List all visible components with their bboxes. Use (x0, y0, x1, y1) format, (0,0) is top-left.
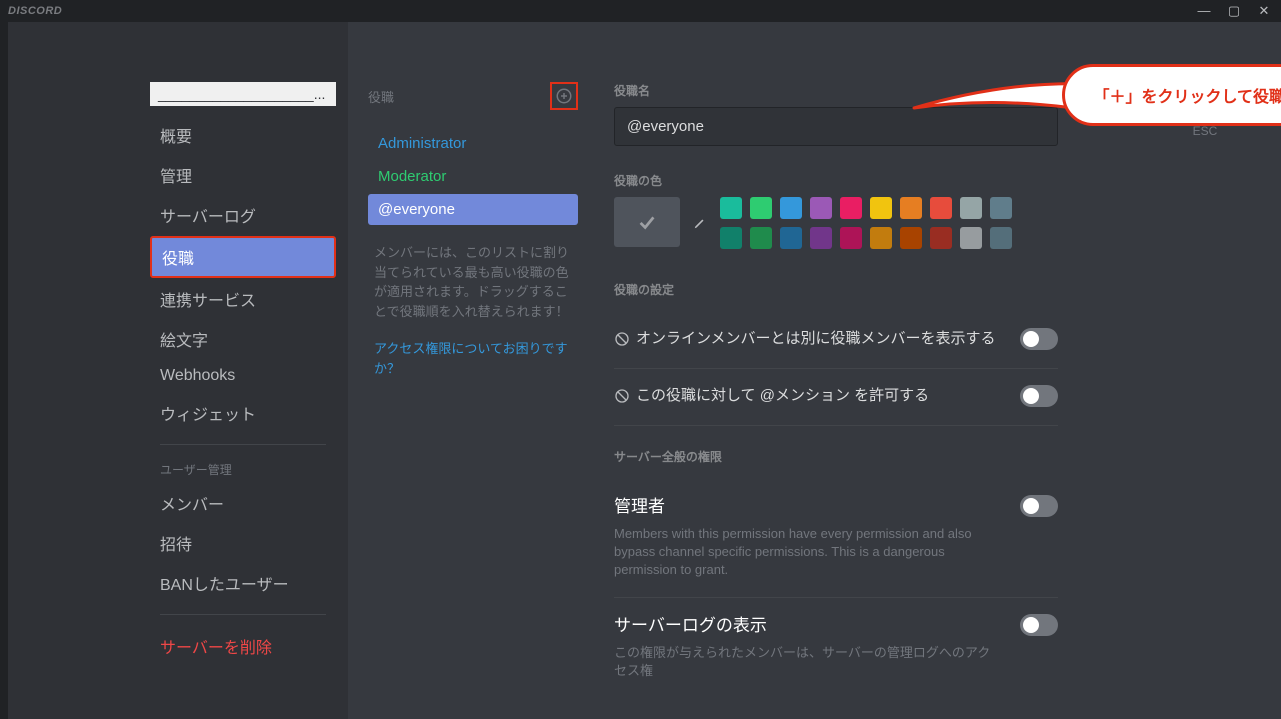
sidebar-heading-users: ユーザー管理 (150, 457, 336, 484)
color-swatch[interactable] (870, 197, 892, 219)
toggle-administrator[interactable] (1020, 495, 1058, 517)
color-swatch[interactable] (960, 197, 982, 219)
plus-icon (555, 87, 573, 105)
color-swatch[interactable] (840, 227, 862, 249)
prohibited-icon (614, 331, 630, 347)
sidebar-divider (160, 444, 326, 445)
color-swatch[interactable] (900, 227, 922, 249)
perm-log-title: サーバーログの表示 (614, 614, 1000, 638)
color-swatch[interactable] (930, 227, 952, 249)
sidebar-item-bans[interactable]: BANしたユーザー (150, 564, 336, 602)
role-settings-column: 役職名 役職の色 役職の設定 (578, 82, 1058, 719)
role-name-label: 役職名 (614, 82, 1058, 99)
general-perms-heading: サーバー全般の権限 (614, 448, 1058, 465)
pencil-icon (693, 216, 707, 230)
sidebar-divider-2 (160, 614, 326, 615)
color-grid (720, 197, 1012, 249)
color-swatch[interactable] (930, 197, 952, 219)
color-swatch[interactable] (720, 227, 742, 249)
role-color-section: 役職の色 (614, 172, 1058, 249)
color-swatch[interactable] (780, 197, 802, 219)
color-swatch[interactable] (870, 227, 892, 249)
sidebar-item-emoji[interactable]: 絵文字 (150, 320, 336, 358)
perm-admin-title: 管理者 (614, 495, 1000, 519)
content-area: 役職 Administrator Moderator @everyone メンバ… (348, 22, 1281, 719)
window-controls: — ▢ ✕ (1195, 3, 1273, 19)
color-swatch[interactable] (990, 197, 1012, 219)
color-swatch[interactable] (810, 197, 832, 219)
role-item-moderator[interactable]: Moderator (368, 161, 578, 192)
custom-color-button[interactable] (690, 197, 710, 249)
perm-administrator: 管理者 Members with this permission have ev… (614, 483, 1058, 598)
toggle-allow-mention[interactable] (1020, 385, 1058, 407)
settings-sidebar: ____________________... 概要 管理 サーバーログ 役職 … (8, 22, 348, 719)
perm-log-desc: この権限が与えられたメンバーは、サーバーの管理ログへのアクセス権 (614, 644, 1000, 680)
sidebar-item-widget[interactable]: ウィジェット (150, 394, 336, 432)
color-swatch[interactable] (840, 197, 862, 219)
close-window-button[interactable]: ✕ (1255, 3, 1273, 19)
roles-heading: 役職 (368, 87, 394, 106)
role-name-input[interactable] (614, 107, 1058, 146)
perm-title: オンラインメンバーとは別に役職メンバーを表示する (614, 328, 1000, 349)
perm-title: この役職に対して @メンション を許可する (614, 385, 1000, 406)
default-color-swatch[interactable] (614, 197, 680, 247)
check-icon (636, 211, 658, 233)
server-name-header: ____________________... (150, 82, 336, 106)
color-swatch[interactable] (750, 197, 772, 219)
perm-allow-mention: この役職に対して @メンション を許可する (614, 373, 1058, 426)
color-swatch[interactable] (780, 227, 802, 249)
sidebar-item-webhooks[interactable]: Webhooks (150, 360, 336, 392)
minimize-button[interactable]: — (1195, 3, 1213, 19)
prohibited-icon (614, 388, 630, 404)
close-icon: ✕ (1198, 90, 1211, 110)
sidebar-item-delete-server[interactable]: サーバーを削除 (150, 627, 336, 665)
roles-help-link[interactable]: アクセス権限についてお困りですか？ (368, 321, 578, 378)
sidebar-item-moderation[interactable]: 管理 (150, 156, 336, 194)
close-button[interactable]: ✕ (1187, 82, 1223, 118)
color-swatch[interactable] (960, 227, 982, 249)
toggle-display-separately[interactable] (1020, 328, 1058, 350)
roles-column: 役職 Administrator Moderator @everyone メンバ… (368, 82, 578, 719)
guild-strip (0, 22, 8, 719)
sidebar-item-serverlog[interactable]: サーバーログ (150, 196, 336, 234)
sidebar-item-members[interactable]: メンバー (150, 484, 336, 522)
color-picker (614, 197, 1058, 249)
sidebar-item-integrations[interactable]: 連携サービス (150, 280, 336, 318)
maximize-button[interactable]: ▢ (1225, 3, 1243, 19)
color-swatch[interactable] (750, 227, 772, 249)
sidebar-item-overview[interactable]: 概要 (150, 116, 336, 154)
roles-description: メンバーには、このリストに割り当てられている最も高い役職の色が適用されます。ドラ… (368, 227, 578, 321)
titlebar: DISCORD — ▢ ✕ (0, 0, 1281, 22)
toggle-view-serverlog[interactable] (1020, 614, 1058, 636)
callout-bubble: 「＋」をクリックして役職の追加が可能 (1062, 64, 1281, 126)
main-area: ____________________... 概要 管理 サーバーログ 役職 … (0, 22, 1281, 719)
role-item-administrator[interactable]: Administrator (368, 128, 578, 159)
perm-admin-desc: Members with this permission have every … (614, 525, 1000, 580)
role-item-everyone[interactable]: @everyone (368, 194, 578, 225)
role-color-label: 役職の色 (614, 172, 1058, 189)
color-swatch[interactable] (990, 227, 1012, 249)
color-swatch[interactable] (900, 197, 922, 219)
app-logo: DISCORD (8, 5, 62, 17)
color-swatch[interactable] (810, 227, 832, 249)
roles-header: 役職 (368, 82, 578, 110)
perm-display-separately: オンラインメンバーとは別に役職メンバーを表示する (614, 316, 1058, 369)
perm-view-serverlog: サーバーログの表示 この権限が与えられたメンバーは、サーバーの管理ログへのアクセ… (614, 602, 1058, 698)
esc-label: ESC (1187, 124, 1223, 138)
color-swatch[interactable] (720, 197, 742, 219)
close-settings: ✕ ESC (1187, 82, 1223, 138)
sidebar-item-roles[interactable]: 役職 (150, 236, 336, 278)
add-role-button[interactable] (550, 82, 578, 110)
sidebar-item-invites[interactable]: 招待 (150, 524, 336, 562)
role-settings-heading: 役職の設定 (614, 281, 1058, 298)
